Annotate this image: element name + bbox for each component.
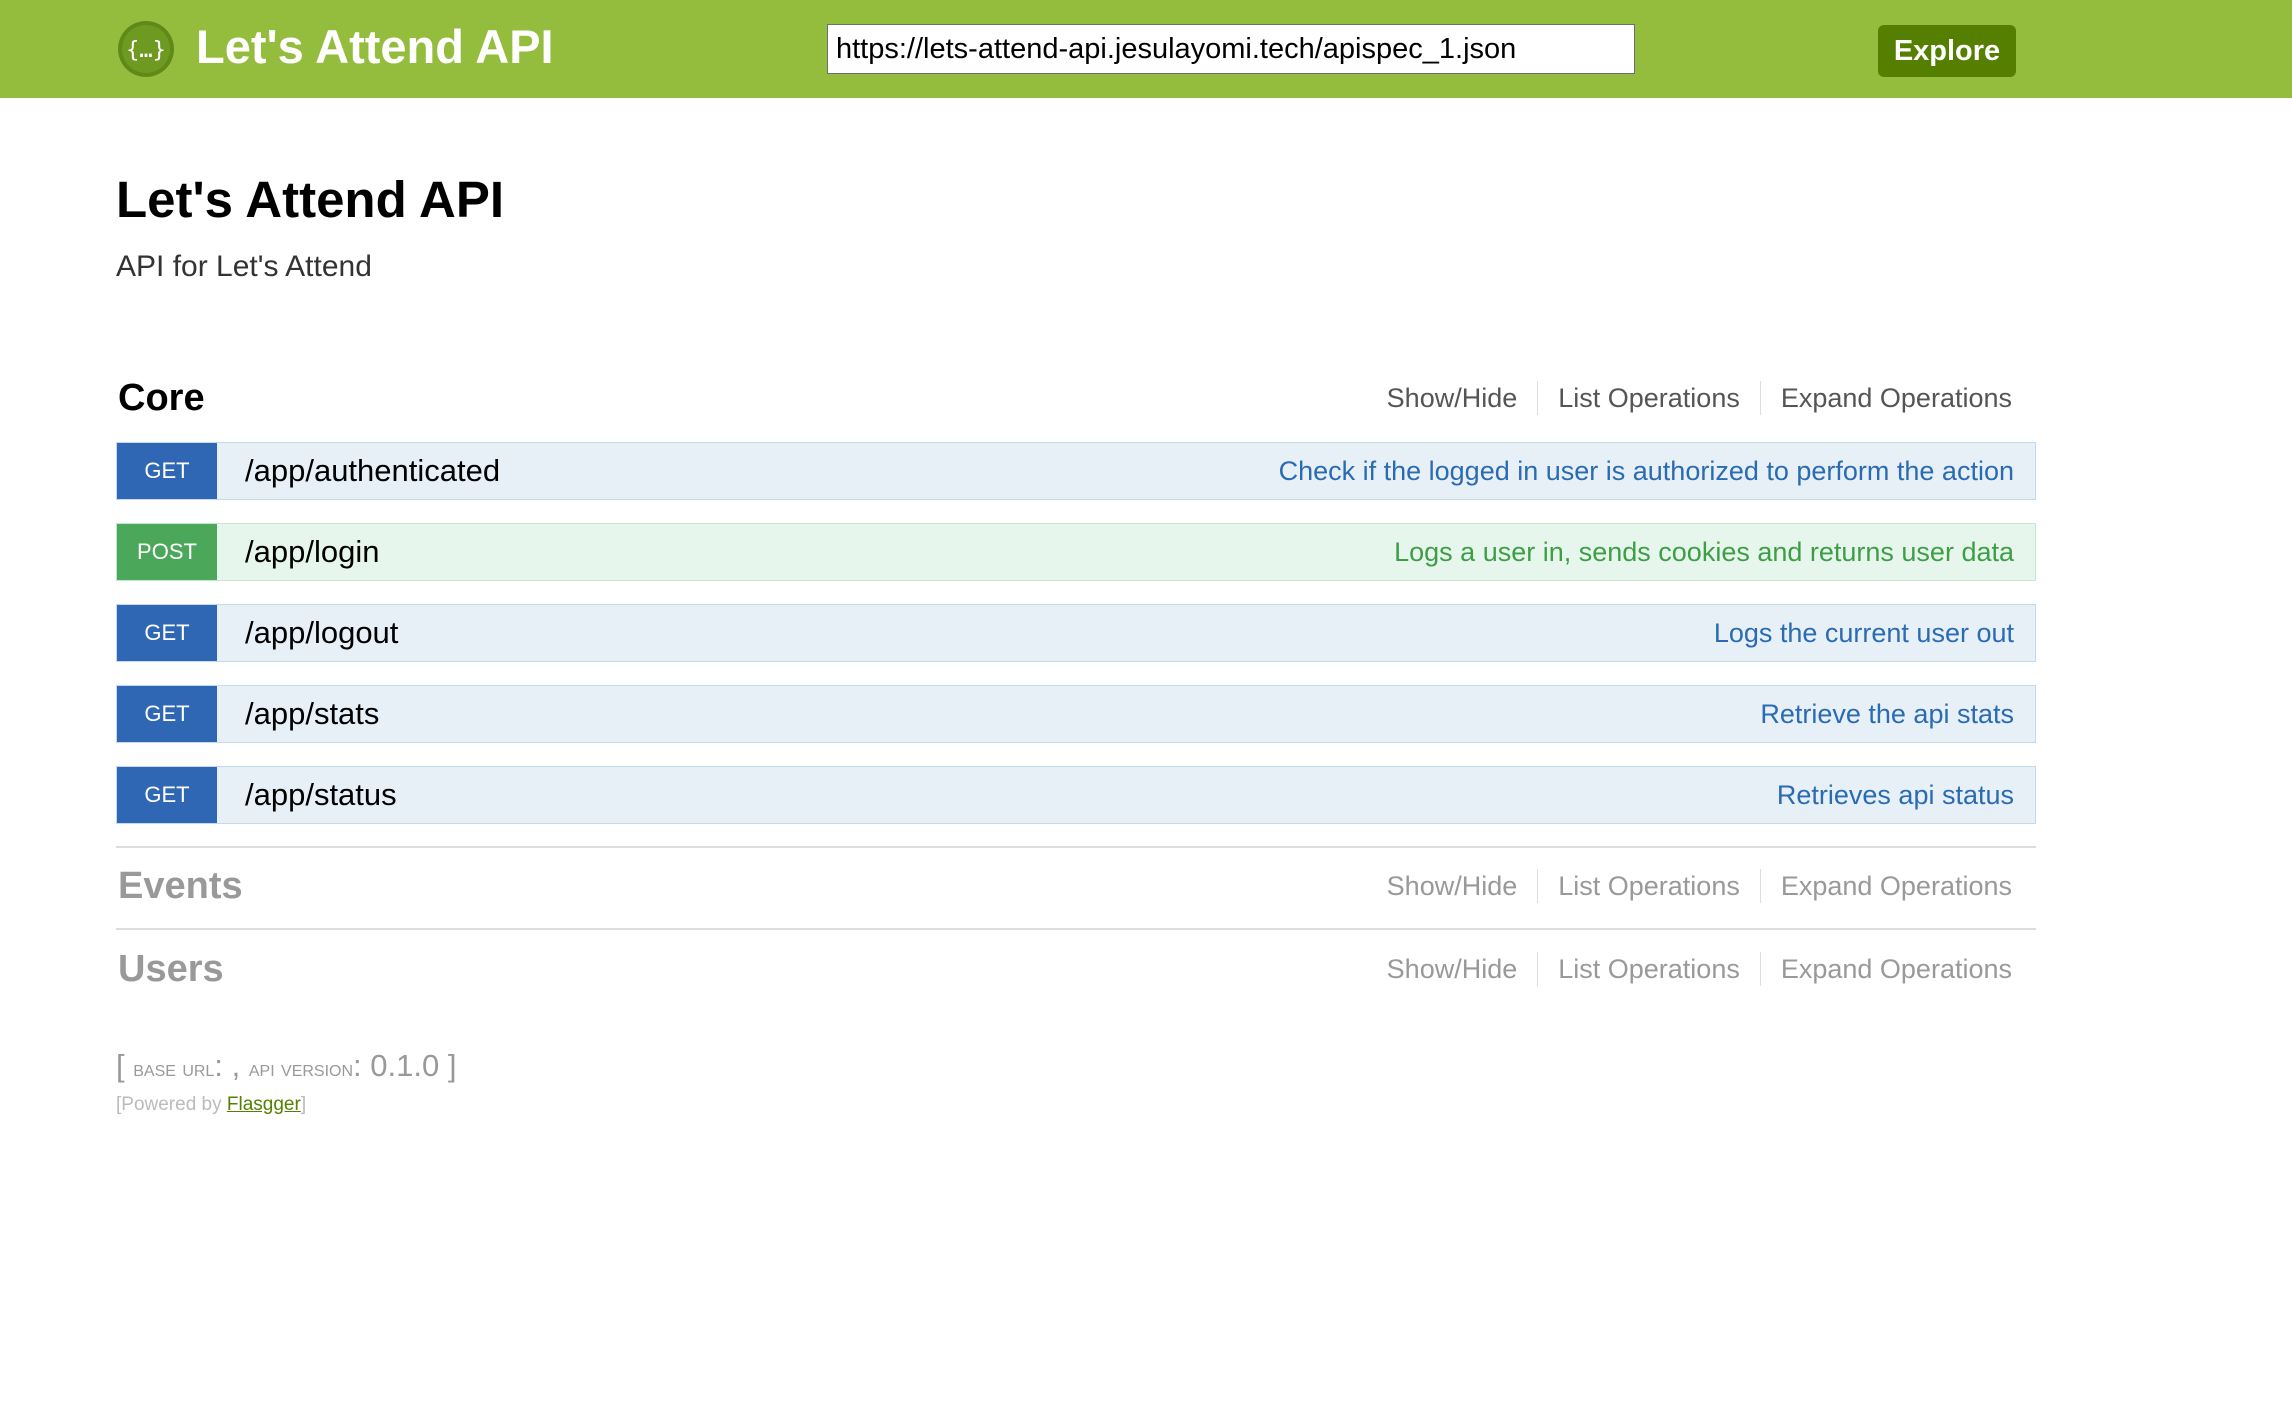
section-divider [116,928,2036,930]
section-title-events[interactable]: Events [118,856,243,916]
list-operations-link[interactable]: List Operations [1538,871,1760,902]
base-url-label: base url [133,1055,215,1081]
operation-row[interactable]: GET /app/authenticated Check if the logg… [116,442,2036,500]
logo-title[interactable]: Let's Attend API [196,16,554,78]
section-actions-users: Show/Hide List Operations Expand Operati… [1367,949,2012,989]
powered-by-suffix: ] [300,1094,307,1115]
explore-button[interactable]: Explore [1878,25,2016,77]
bracket-open: [ [116,1048,125,1083]
api-version-label: api version [248,1055,354,1081]
section-core: Core Show/Hide List Operations Expand Op… [116,368,2034,428]
operation-summary[interactable]: Logs the current user out [1714,605,2014,661]
flasgger-link[interactable]: Flasgger [227,1094,301,1115]
api-description: API for Let's Attend [116,250,372,283]
operation-path[interactable]: /app/logout [245,615,398,651]
list-operations-link[interactable]: List Operations [1538,954,1760,985]
expand-operations-link[interactable]: Expand Operations [1761,383,2012,414]
section-actions-events: Show/Hide List Operations Expand Operati… [1367,866,2012,906]
show-hide-link[interactable]: Show/Hide [1367,871,1538,902]
operation-path[interactable]: /app/stats [245,696,379,732]
operation-path[interactable]: /app/authenticated [245,453,500,489]
show-hide-link[interactable]: Show/Hide [1367,954,1538,985]
section-divider [116,846,2036,848]
operation-row[interactable]: GET /app/status Retrieves api status [116,766,2036,824]
api-version-value: : 0.1.0 [353,1048,440,1083]
section-actions-core: Show/Hide List Operations Expand Operati… [1367,378,2012,418]
operation-row[interactable]: POST /app/login Logs a user in, sends co… [116,523,2036,581]
list-operations-link[interactable]: List Operations [1538,383,1760,414]
operation-summary[interactable]: Check if the logged in user is authorize… [1279,443,2014,499]
base-url-value: : [214,1048,223,1083]
operations-list-core: GET /app/authenticated Check if the logg… [116,442,2036,847]
operation-path[interactable]: /app/login [245,534,379,570]
top-bar: {…} Let's Attend API Explore [0,0,2292,98]
api-title: Let's Attend API [116,171,505,228]
powered-by: [Powered by Flasgger] [116,1094,306,1116]
operation-row[interactable]: GET /app/stats Retrieve the api stats [116,685,2036,743]
operation-path[interactable]: /app/status [245,777,397,813]
operation-summary[interactable]: Retrieves api status [1777,767,2014,823]
operation-summary[interactable]: Retrieve the api stats [1760,686,2014,742]
expand-operations-link[interactable]: Expand Operations [1761,871,2012,902]
svg-text:{…}: {…} [126,38,166,63]
operation-summary[interactable]: Logs a user in, sends cookies and return… [1394,524,2014,580]
info-separator: , [231,1048,241,1083]
http-method-badge[interactable]: GET [117,767,217,823]
http-method-badge[interactable]: GET [117,605,217,661]
http-method-badge[interactable]: POST [117,524,217,580]
section-title-core[interactable]: Core [118,368,205,428]
base-url-info: [ base url: , api version: 0.1.0 ] [116,1048,456,1084]
show-hide-link[interactable]: Show/Hide [1367,383,1538,414]
operation-row[interactable]: GET /app/logout Logs the current user ou… [116,604,2036,662]
http-method-badge[interactable]: GET [117,443,217,499]
spec-url-input[interactable] [827,24,1635,74]
section-events: Events Show/Hide List Operations Expand … [116,856,2034,916]
section-users: Users Show/Hide List Operations Expand O… [116,939,2034,999]
powered-by-prefix: [Powered by [116,1094,222,1115]
bracket-close: ] [447,1048,457,1083]
section-title-users[interactable]: Users [118,939,224,999]
http-method-badge[interactable]: GET [117,686,217,742]
expand-operations-link[interactable]: Expand Operations [1761,954,2012,985]
swagger-braces-icon: {…} [118,21,174,77]
